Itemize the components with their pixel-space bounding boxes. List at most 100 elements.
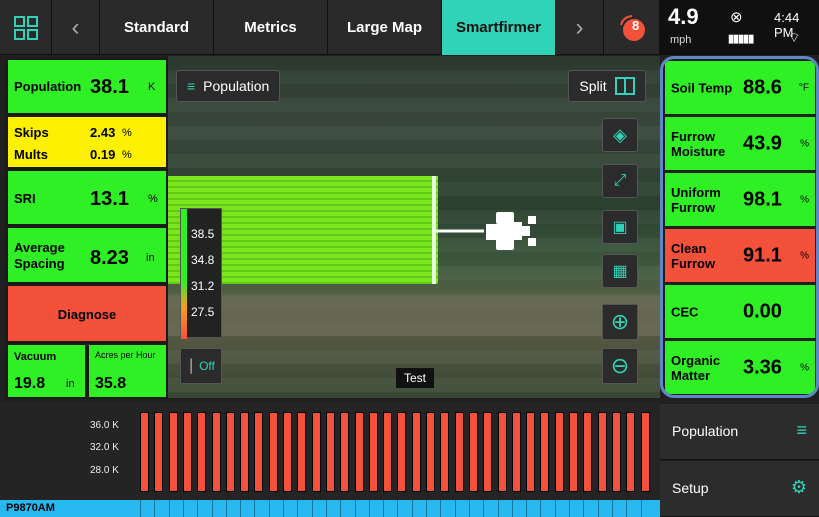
row-bar — [440, 412, 450, 492]
legend-tick: 34.8 — [191, 253, 215, 267]
spacing-label: Average Spacing — [14, 240, 65, 271]
row-status-cell — [383, 500, 396, 517]
mults-label: Mults — [14, 147, 48, 162]
metric-tile[interactable]: Organic Matter 3.36% — [665, 341, 815, 394]
vehicle-view-button[interactable]: ▣ — [602, 210, 638, 244]
acres-label: Acres per Hour — [95, 350, 156, 360]
y-axis-tick: 36.0 K — [90, 420, 119, 431]
row-status-cell — [240, 500, 253, 517]
row-status-cell — [426, 500, 439, 517]
sri-tile[interactable]: SRI 13.1 % — [6, 169, 168, 226]
field-map[interactable]: ≡ Population Split ◈ ⤢ ▣ ▦ ⊕ ⊖ 38.5 34.8… — [168, 56, 660, 398]
metric-tile[interactable]: Soil Temp 88.6 °F — [665, 61, 815, 114]
row-bar — [254, 412, 264, 492]
row-status-cell — [454, 500, 468, 517]
grid-menu-icon[interactable] — [0, 0, 52, 55]
population-menu-button[interactable]: Population ≡ — [660, 404, 819, 460]
metric-tile[interactable]: Furrow Moisture 43.9% — [665, 117, 815, 170]
row-status-cell — [168, 500, 182, 517]
acres-per-hour-tile[interactable]: Acres per Hour 35.8 — [87, 343, 168, 399]
overlay-toggle[interactable]: ⏐ Off — [180, 348, 222, 384]
row-bar — [597, 412, 607, 492]
speed-value: 4.9 — [668, 4, 699, 29]
tractor-icon — [436, 212, 536, 250]
alarm-count: 8 — [632, 18, 640, 33]
metric-tile[interactable]: Uniform Furrow 98.1% — [665, 173, 815, 226]
grid-view-button[interactable]: ▦ — [602, 254, 638, 288]
smartfirmer-metrics-panel: Soil Temp 88.6 °F Furrow Moisture 43.9% Unifo… — [660, 56, 819, 398]
tab-metrics[interactable]: Metrics — [214, 0, 328, 55]
row-bar — [154, 412, 164, 492]
row-status-cell — [154, 500, 167, 517]
row-status-cell — [297, 500, 310, 517]
sri-label: SRI — [14, 191, 36, 206]
row-status-cell — [411, 500, 425, 517]
next-page-arrow-icon[interactable]: › — [556, 0, 604, 55]
row-bar — [325, 412, 335, 492]
row-bar — [397, 412, 407, 492]
top-nav-bar: ‹ Standard Metrics Large Map Smartfirmer… — [0, 0, 660, 55]
vehicle-icon: ▣ — [612, 219, 628, 236]
compass-icon: ◈ — [613, 124, 627, 145]
row-status-cell — [583, 500, 596, 517]
row-bar — [168, 412, 178, 492]
row-bar — [368, 412, 378, 492]
metric-name: Organic Matter — [671, 352, 721, 383]
spacing-unit: in — [146, 252, 155, 264]
alarm-button[interactable]: 8 — [604, 0, 660, 55]
road-strip — [168, 296, 660, 336]
planter-name: P9870AM — [0, 500, 130, 517]
compass-button[interactable]: ◈ — [602, 118, 638, 152]
average-spacing-tile[interactable]: Average Spacing 8.23 in — [6, 226, 168, 284]
row-status-cell — [340, 500, 353, 517]
prev-page-arrow-icon[interactable]: ‹ — [52, 0, 100, 55]
row-bar — [283, 412, 292, 492]
vacuum-tile[interactable]: Vacuum 19.8 in — [6, 343, 87, 399]
diagnose-button[interactable]: Diagnose — [6, 284, 168, 343]
metric-tile[interactable]: CEC 0.00 — [665, 285, 815, 338]
row-status-cell — [540, 500, 553, 517]
zoom-in-button[interactable]: ⊕ — [602, 304, 638, 340]
metric-unit: % — [800, 138, 809, 149]
row-bar — [182, 412, 192, 492]
row-status-cell — [368, 500, 382, 517]
row-status-cell — [354, 500, 368, 517]
zoom-out-button[interactable]: ⊖ — [602, 348, 638, 384]
layer-menu-icon: ≡ — [187, 78, 196, 94]
metric-value: 91.1 — [743, 244, 782, 266]
metric-tile[interactable]: Clean Furrow 91.1% — [665, 229, 815, 282]
row-status-cell — [225, 500, 239, 517]
toggle-label: Off — [199, 359, 215, 373]
expand-button[interactable]: ⤢ — [602, 164, 638, 198]
row-bar — [354, 412, 364, 492]
population-label: Population — [14, 79, 82, 94]
satellite-icon: ⊗ — [730, 9, 743, 26]
legend-tick: 31.2 — [191, 279, 215, 293]
row-bar — [197, 412, 207, 492]
tab-large-map[interactable]: Large Map — [328, 0, 442, 55]
row-status-cell — [511, 500, 525, 517]
tab-standard[interactable]: Standard — [100, 0, 214, 55]
split-view-button[interactable]: Split — [568, 70, 646, 102]
hamburger-icon: ≡ — [796, 420, 807, 440]
row-status-cell — [569, 500, 582, 517]
metric-value: 0.00 — [743, 300, 782, 322]
population-tile[interactable]: Population 38.1 K — [6, 58, 168, 115]
tab-smartfirmer[interactable]: Smartfirmer — [442, 0, 556, 55]
row-status-cell — [626, 500, 639, 517]
y-axis-tick: 32.0 K — [90, 442, 119, 453]
metric-value: 88.6 — [743, 76, 782, 98]
row-bar — [511, 412, 521, 492]
skips-unit: % — [122, 127, 132, 139]
setup-button[interactable]: Setup ⚙ — [660, 461, 819, 517]
population-layer-button[interactable]: ≡ Population — [176, 70, 280, 102]
row-bar — [583, 412, 593, 492]
row-bar — [225, 412, 235, 492]
row-status-cell — [440, 500, 453, 517]
row-bar — [411, 412, 421, 492]
row-bar — [140, 412, 149, 492]
row-bar — [211, 412, 221, 492]
row-status-cell — [397, 500, 410, 517]
skips-mults-tile[interactable]: Skips 2.43 % Mults 0.19 % — [6, 115, 168, 169]
skips-label: Skips — [14, 125, 49, 140]
